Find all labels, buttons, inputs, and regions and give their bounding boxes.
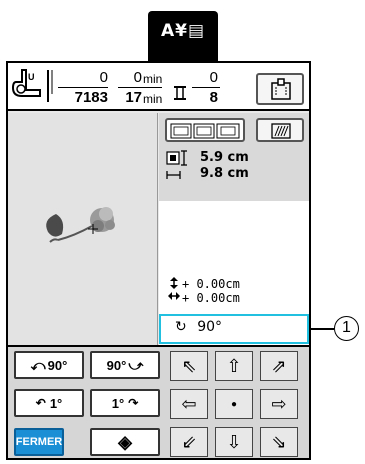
color-divider (192, 87, 220, 88)
callout-line (311, 328, 334, 330)
center-button[interactable]: ● (215, 389, 253, 419)
rotate-ccw-icon: ⤺ (30, 356, 46, 373)
move-left-button[interactable]: ⇦ (170, 389, 208, 419)
move-up-right-button[interactable]: ⇗ (260, 351, 298, 381)
horizontal-offset-value: + 0.00cm (182, 291, 240, 305)
center-dot-icon: ● (230, 398, 238, 410)
rotate-left-90-label: 90° (47, 357, 68, 373)
needle-icon (47, 70, 53, 102)
color-current: 0 (209, 69, 218, 86)
time-total-unit: min (143, 92, 163, 106)
hoop-size-icon (170, 123, 240, 139)
rotation-angle-value: 90° (197, 319, 223, 335)
top-tab-label: A¥▤ (160, 21, 206, 41)
frame-icon (271, 78, 291, 100)
close-button[interactable]: FERMER (14, 428, 64, 456)
stitch-count-current: 0 (99, 69, 108, 86)
pattern-width-value: 9.8 cm (200, 166, 249, 181)
pattern-size-icon (166, 150, 187, 179)
reset-icon: ◈ (118, 431, 132, 452)
arrow-down-right-icon: ⇘ (271, 431, 287, 452)
stitch-count-total: 7183 (74, 89, 108, 106)
move-down-left-button[interactable]: ⇙ (170, 427, 208, 457)
arrow-down-left-icon: ⇙ (181, 431, 197, 452)
rotate-right-90-label: 90° (106, 357, 127, 373)
rotate-cw-small-icon: ↷ (128, 396, 139, 410)
reset-button[interactable]: ◈ (90, 428, 160, 456)
thread-spool-icon (174, 86, 186, 100)
embroidery-frame-button[interactable] (256, 73, 304, 105)
presser-foot-icon: U (12, 69, 41, 97)
arrow-up-right-icon: ⇗ (271, 355, 287, 376)
vertical-offset-value: + 0.00cm (182, 277, 240, 291)
hoop-size-button[interactable] (165, 118, 245, 142)
arrow-left-icon: ⇦ (181, 393, 197, 414)
arrow-down-icon: ⇩ (226, 431, 242, 452)
svg-text:U: U (28, 72, 35, 82)
rotate-cw-icon: ⤻ (128, 356, 144, 373)
stitch-density-button[interactable] (256, 118, 304, 142)
density-icon (271, 123, 291, 139)
rotate-right-1-button[interactable]: 1° ↷ (90, 389, 160, 417)
rotate-ccw-small-icon: ↶ (35, 396, 46, 410)
rotate-right-1-label: 1° (111, 395, 125, 411)
color-total: 8 (209, 89, 218, 106)
time-current-unit: min (143, 72, 163, 86)
arrow-up-left-icon: ⇖ (181, 355, 197, 376)
move-up-left-button[interactable]: ⇖ (170, 351, 208, 381)
stitch-divider (58, 87, 108, 88)
rotate-right-90-button[interactable]: 90° ⤻ (90, 351, 160, 379)
move-down-button[interactable]: ⇩ (215, 427, 253, 457)
rotation-angle-row: ↻ 90° (175, 319, 222, 335)
rotate-icon: ↻ (175, 319, 187, 335)
offset-icons (168, 277, 180, 300)
time-current: 0 (133, 69, 142, 86)
rotate-left-1-button[interactable]: ↶ 1° (14, 389, 84, 417)
rotate-left-1-label: 1° (49, 395, 63, 411)
time-divider (118, 87, 162, 88)
rose-pattern-image (46, 207, 115, 243)
move-right-button[interactable]: ⇨ (260, 389, 298, 419)
time-total: 17 (125, 89, 142, 106)
arrow-right-icon: ⇨ (271, 393, 287, 414)
arrow-up-icon: ⇧ (226, 355, 242, 376)
rotate-left-90-button[interactable]: ⤺ 90° (14, 351, 84, 379)
callout-number: 1 (334, 316, 359, 341)
pattern-height-value: 5.9 cm (200, 150, 249, 165)
move-up-button[interactable]: ⇧ (215, 351, 253, 381)
move-down-right-button[interactable]: ⇘ (260, 427, 298, 457)
